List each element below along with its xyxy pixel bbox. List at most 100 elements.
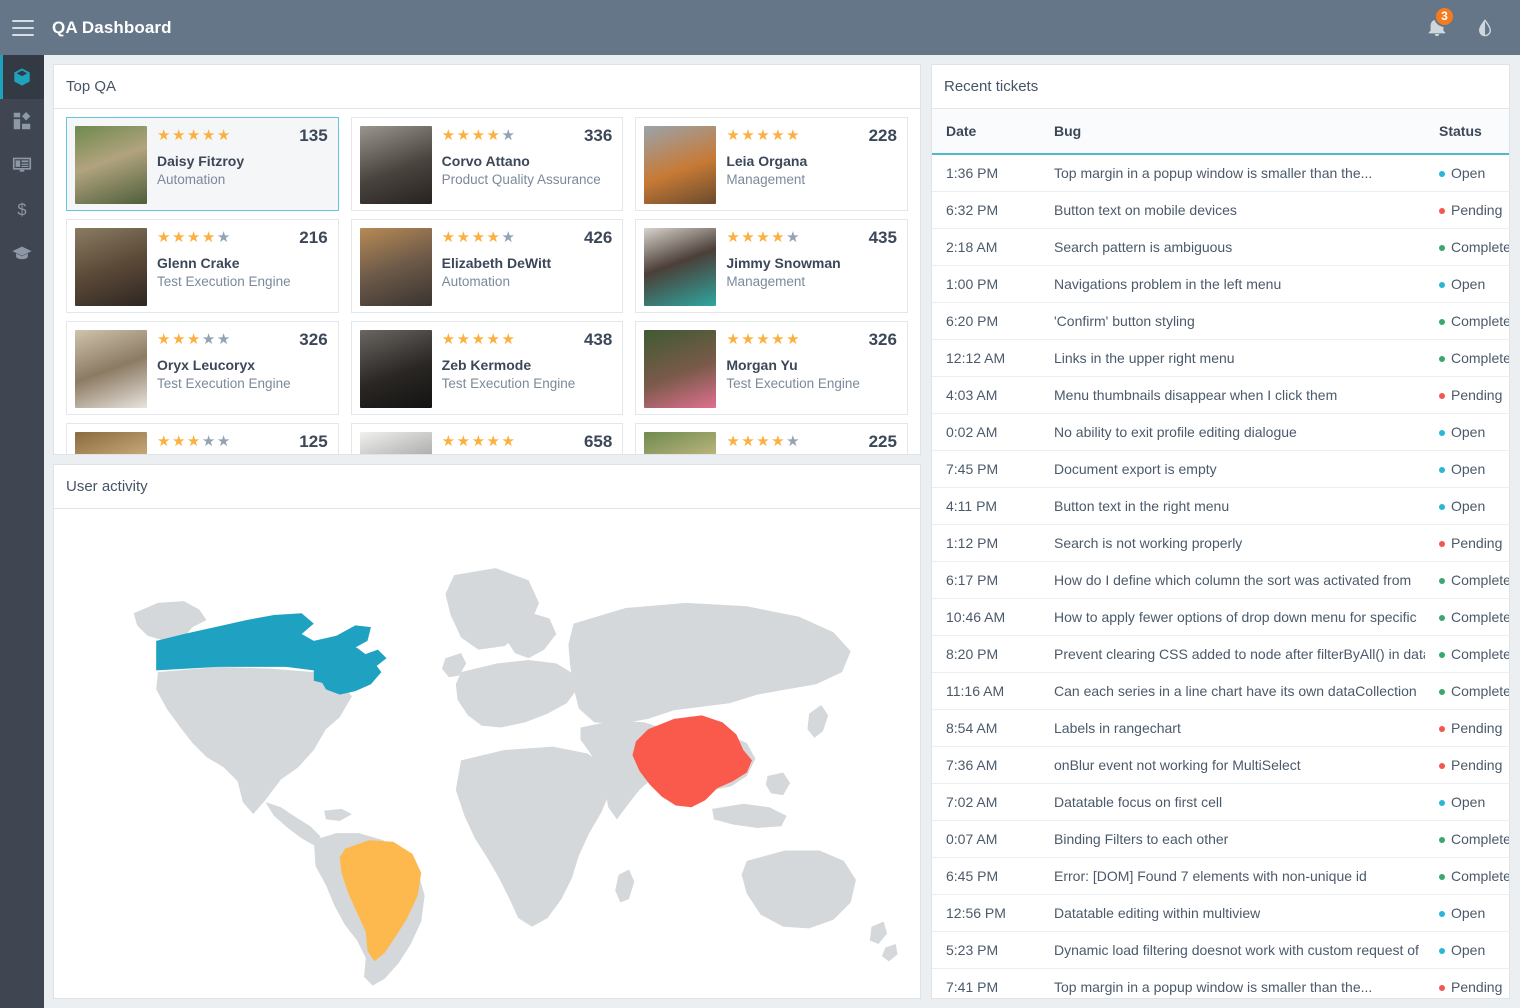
table-row[interactable]: 8:54 AM Labels in rangechart Pending: [932, 709, 1509, 747]
qa-card-inner[interactable]: ★★★★★ 658: [350, 423, 624, 454]
status-label: Pending: [1451, 979, 1503, 995]
rating-stars: ★★★★★: [157, 433, 232, 451]
table-row[interactable]: 7:41 PM Top margin in a popup window is s…: [932, 968, 1509, 998]
star-icon: ★: [786, 127, 802, 144]
rating-stars: ★★★★★: [157, 331, 232, 349]
qa-card-inner[interactable]: ★★★★★ 326 Morgan Yu Test Execution Engine: [635, 321, 908, 415]
ticket-bug: Prevent clearing CSS added to node after…: [1040, 635, 1425, 673]
table-row[interactable]: 11:16 AM Can each series in a line chart …: [932, 672, 1509, 710]
table-row[interactable]: 7:45 PM Document export is empty Open: [932, 450, 1509, 488]
recent-tickets-panel: Recent tickets Date Bug Status 1:36 PM To…: [931, 64, 1510, 999]
table-row[interactable]: 1:12 PM Search is not working properly Pen…: [932, 524, 1509, 562]
qa-card-inner[interactable]: ★★★★★ 125: [66, 423, 339, 454]
qa-card[interactable]: ★★★★★ 326 Oryx Leucoryx Test Execution Engi…: [60, 321, 345, 423]
table-row[interactable]: 1:00 PM Navigations problem in the left m…: [932, 265, 1509, 303]
qa-card-inner[interactable]: ★★★★★ 438 Zeb Kermode Test Execution Engine: [350, 321, 624, 415]
map-region-china[interactable]: [632, 715, 752, 808]
status-dot: [1439, 948, 1445, 955]
table-row[interactable]: 0:07 AM Binding Filters to each other Comp…: [932, 820, 1509, 858]
qa-role: Test Execution Engine: [441, 376, 576, 391]
star-icon: ★: [201, 229, 217, 246]
qa-card-info: ★★★★★ 326 Morgan Yu Test Execution Engine: [726, 330, 897, 406]
qa-card-inner[interactable]: ★★★★★ 426 Elizabeth DeWitt Automation: [350, 219, 624, 313]
qa-card-top-row: ★★★★★ 438: [442, 331, 613, 349]
ticket-date: 1:12 PM: [932, 524, 1040, 562]
table-row[interactable]: 0:02 AM No ability to exit profile editin…: [932, 413, 1509, 451]
table-row[interactable]: 2:18 AM Search pattern is ambiguous Comple…: [932, 228, 1509, 266]
column-header-bug[interactable]: Bug: [1040, 109, 1425, 155]
qa-name: Morgan Yu: [726, 357, 798, 373]
rating-stars: ★★★★★: [726, 127, 801, 145]
column-header-status[interactable]: Status: [1425, 109, 1509, 155]
qa-score: 228: [868, 126, 897, 145]
qa-card[interactable]: ★★★★★ 125: [60, 423, 345, 454]
ticket-bug: Search is not working properly: [1040, 524, 1425, 562]
ticket-bug: Dynamic load filtering doesnot work with…: [1040, 931, 1425, 969]
sidebar-item-billing[interactable]: $: [0, 187, 44, 231]
qa-card[interactable]: ★★★★★ 216 Glenn Crake Test Execution Engine: [60, 219, 345, 321]
qa-card-inner[interactable]: ★★★★★ 225: [635, 423, 908, 454]
qa-card-inner[interactable]: ★★★★★ 326 Oryx Leucoryx Test Execution Engi…: [66, 321, 339, 415]
qa-card[interactable]: ★★★★★ 228 Leia Organa Management: [629, 117, 914, 219]
status-badge: Pending: [1425, 191, 1509, 229]
status-badge: Open: [1425, 487, 1509, 525]
star-icon: ★: [201, 331, 217, 348]
qa-card[interactable]: ★★★★★ 135 Daisy Fitzroy Automation: [60, 117, 345, 219]
table-row[interactable]: 1:36 PM Top margin in a popup window is s…: [932, 154, 1509, 192]
table-row[interactable]: 6:45 PM Error: [DOM] Found 7 elements wit…: [932, 857, 1509, 895]
table-row[interactable]: 12:56 PM Datatable editing within multivi…: [932, 894, 1509, 932]
qa-score: 216: [299, 228, 328, 247]
qa-card-inner[interactable]: ★★★★★ 435 Jimmy Snowman Management: [635, 219, 908, 313]
qa-card[interactable]: ★★★★★ 326 Morgan Yu Test Execution Engine: [629, 321, 914, 423]
world-map[interactable]: [54, 509, 920, 998]
ticket-bug: Binding Filters to each other: [1040, 820, 1425, 858]
notifications-button[interactable]: 3: [1426, 5, 1455, 41]
table-row[interactable]: 6:17 PM How do I define which column the …: [932, 561, 1509, 599]
star-icon: ★: [171, 229, 187, 246]
qa-card-inner[interactable]: ★★★★★ 336 Corvo Attano Product Quality Assu…: [350, 117, 624, 211]
table-row[interactable]: 8:20 PM Prevent clearing CSS added to nod…: [932, 635, 1509, 673]
table-row[interactable]: 7:02 AM Datatable focus on first cell Open: [932, 783, 1509, 821]
qa-card[interactable]: ★★★★★ 658: [345, 423, 630, 454]
qa-card-top-row: ★★★★★ 326: [726, 331, 897, 349]
qa-score: 135: [299, 126, 328, 145]
tickets-table: Date Bug Status 1:36 PM Top margin in a p…: [932, 109, 1509, 998]
table-row[interactable]: 12:12 AM Links in the upper right menu Com…: [932, 339, 1509, 377]
rating-stars: ★★★★★: [726, 229, 801, 247]
column-header-date[interactable]: Date: [932, 109, 1040, 155]
sidebar-item-widgets[interactable]: [0, 99, 44, 143]
hamburger-menu-icon[interactable]: [12, 19, 34, 36]
status-badge: Complete: [1425, 561, 1509, 599]
sidebar-item-learning[interactable]: [0, 231, 44, 275]
status-label: Pending: [1451, 202, 1503, 218]
status-dot: [1439, 837, 1445, 844]
qa-card-inner[interactable]: ★★★★★ 135 Daisy Fitzroy Automation: [66, 117, 339, 211]
qa-card[interactable]: ★★★★★ 426 Elizabeth DeWitt Automation: [345, 219, 630, 321]
table-row[interactable]: 7:36 AM onBlur event not working for Mult…: [932, 746, 1509, 784]
sidebar-item-products[interactable]: [0, 55, 44, 99]
table-row[interactable]: 5:23 PM Dynamic load filtering doesnot wo…: [932, 931, 1509, 969]
tickets-scroll-area[interactable]: Date Bug Status 1:36 PM Top margin in a p…: [932, 109, 1509, 998]
qa-card-inner[interactable]: ★★★★★ 228 Leia Organa Management: [635, 117, 908, 211]
status-dot: [1439, 652, 1445, 659]
contrast-droplet-icon[interactable]: [1474, 16, 1496, 40]
qa-card[interactable]: ★★★★★ 336 Corvo Attano Product Quality Assu…: [345, 117, 630, 219]
star-icon: ★: [186, 127, 202, 144]
status-dot: [1439, 171, 1445, 178]
status-badge: Open: [1425, 154, 1509, 192]
qa-card[interactable]: ★★★★★ 225: [629, 423, 914, 454]
star-icon: ★: [741, 127, 757, 144]
table-row[interactable]: 4:03 AM Menu thumbnails disappear when I …: [932, 376, 1509, 414]
qa-card-inner[interactable]: ★★★★★ 216 Glenn Crake Test Execution Engine: [66, 219, 339, 313]
table-row[interactable]: 10:46 AM How to apply fewer options of dr…: [932, 598, 1509, 636]
sidebar-item-monitor[interactable]: [0, 143, 44, 187]
graduation-cap-icon: [12, 246, 32, 260]
rating-stars: ★★★★★: [157, 229, 232, 247]
table-row[interactable]: 6:32 PM Button text on mobile devices Pend…: [932, 191, 1509, 229]
table-row[interactable]: 6:20 PM 'Confirm' button styling Complete: [932, 302, 1509, 340]
table-row[interactable]: 4:11 PM Button text in the right menu Open: [932, 487, 1509, 525]
qa-card[interactable]: ★★★★★ 438 Zeb Kermode Test Execution Engine: [345, 321, 630, 423]
star-icon: ★: [471, 433, 487, 450]
qa-card[interactable]: ★★★★★ 435 Jimmy Snowman Management: [629, 219, 914, 321]
qa-card-info: ★★★★★ 125: [157, 432, 328, 454]
